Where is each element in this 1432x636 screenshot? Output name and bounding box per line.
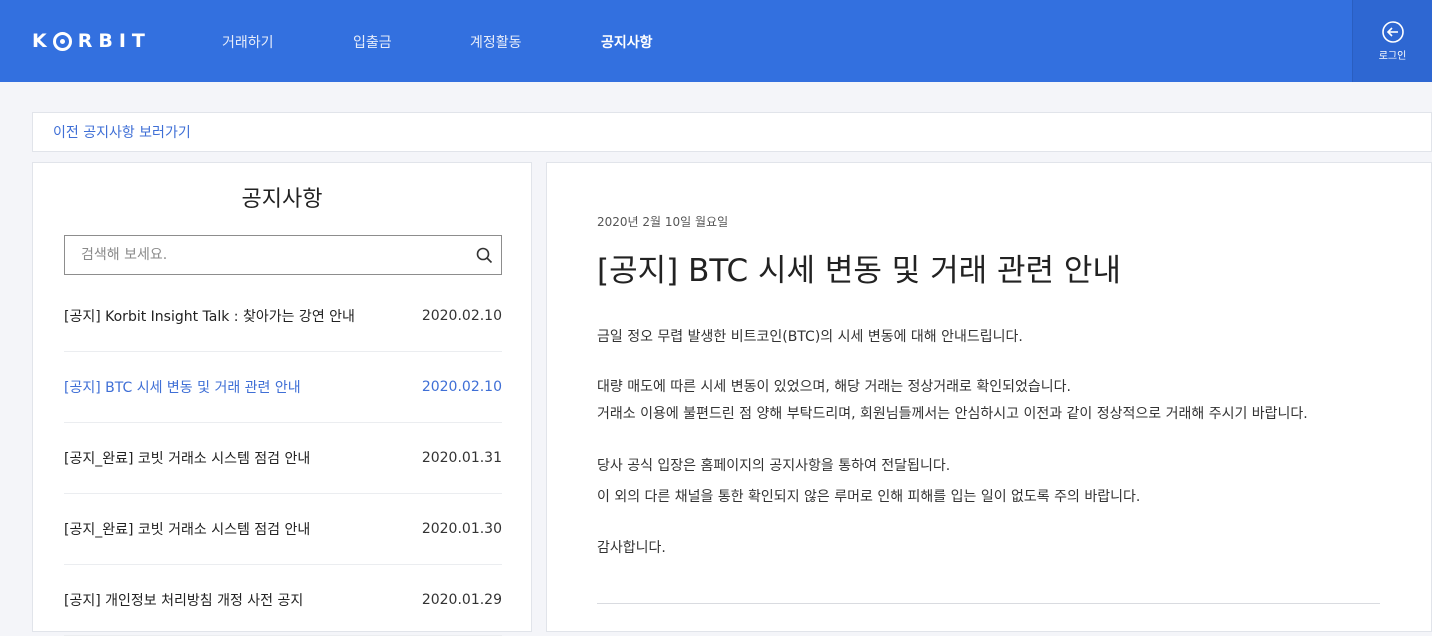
article-spacer bbox=[597, 349, 1377, 375]
nav-trade[interactable]: 거래하기 bbox=[222, 32, 274, 52]
notice-title: [공지_완료] 코빗 거래소 시스템 점검 안내 bbox=[64, 451, 311, 467]
notice-sidebar: 공지사항 [공지] Korbit Insight Talk : 찾아가는 강연 … bbox=[32, 162, 532, 636]
search-input[interactable] bbox=[65, 236, 465, 274]
notice-title: [공지_완료] 코빗 거래소 시스템 점검 안내 bbox=[64, 522, 311, 538]
article-spacer bbox=[597, 426, 1377, 454]
prev-notice-link[interactable]: 이전 공지사항 보러가기 bbox=[53, 122, 191, 142]
nav-deposit-withdraw[interactable]: 입출금 bbox=[353, 32, 392, 52]
korbit-logo[interactable]: K RBIT bbox=[32, 29, 151, 53]
notice-title: [공지] 개인정보 처리방침 개정 사전 공지 bbox=[64, 593, 304, 609]
article-divider bbox=[597, 603, 1380, 604]
notice-date: 2020.01.30 bbox=[421, 521, 502, 537]
notice-list: [공지] Korbit Insight Talk : 찾아가는 강연 안내 20… bbox=[64, 281, 502, 636]
notice-item[interactable]: [공지_완료] 코빗 거래소 시스템 점검 안내 2020.01.31 bbox=[64, 423, 502, 494]
logo-o-mark bbox=[52, 31, 72, 51]
article-paragraph: 대량 매도에 따른 시세 변동이 있었으며, 해당 거래는 정상거래로 확인되었… bbox=[597, 379, 1071, 395]
notice-date: 2020.01.31 bbox=[421, 450, 502, 466]
nav-account-activity[interactable]: 계정활동 bbox=[470, 32, 522, 52]
notice-date: 2020.02.10 bbox=[421, 379, 502, 395]
article-body: 금일 정오 무렵 발생한 비트코인(BTC)의 시세 변동에 대해 안내드립니다… bbox=[597, 325, 1377, 560]
article-title: [공지] BTC 시세 변동 및 거래 관련 안내 bbox=[597, 253, 1121, 289]
article-spacer bbox=[597, 509, 1377, 536]
article-paragraph: 감사합니다. bbox=[597, 540, 666, 556]
notice-item[interactable]: [공지_완료] 코빗 거래소 시스템 점검 안내 2020.01.30 bbox=[64, 494, 502, 565]
sidebar-title: 공지사항 bbox=[241, 187, 323, 212]
login-button[interactable]: 로그인 bbox=[1352, 0, 1432, 82]
article-paragraph: 금일 정오 무렵 발생한 비트코인(BTC)의 시세 변동에 대해 안내드립니다… bbox=[597, 329, 1023, 345]
article-paragraph: 이 외의 다른 채널을 통한 확인되지 않은 루머로 인해 피해를 입는 일이 … bbox=[597, 489, 1141, 505]
login-arrow-icon bbox=[1381, 21, 1404, 43]
notice-detail: 2020년 2월 10일 월요일 [공지] BTC 시세 변동 및 거래 관련 … bbox=[546, 162, 1432, 632]
prev-notice-bar: 이전 공지사항 보러가기 bbox=[32, 112, 1432, 152]
notice-item-selected[interactable]: [공지] BTC 시세 변동 및 거래 관련 안내 2020.02.10 bbox=[64, 352, 502, 423]
logo-rbit: RBIT bbox=[77, 30, 151, 52]
top-header: K RBIT 거래하기 입출금 계정활동 공지사항 로그인 bbox=[0, 0, 1432, 82]
notice-item[interactable]: [공지] Korbit Insight Talk : 찾아가는 강연 안내 20… bbox=[64, 281, 502, 352]
notice-date: 2020.02.10 bbox=[421, 308, 502, 324]
nav-notice[interactable]: 공지사항 bbox=[601, 32, 653, 52]
search-box bbox=[64, 235, 502, 275]
notice-title: [공지] Korbit Insight Talk : 찾아가는 강연 안내 bbox=[64, 309, 355, 325]
logo-k: K bbox=[32, 30, 53, 52]
article-paragraph: 당사 공식 입장은 홈페이지의 공지사항을 통하여 전달됩니다. bbox=[597, 458, 951, 474]
login-label: 로그인 bbox=[1378, 51, 1407, 62]
notice-date: 2020.01.29 bbox=[421, 592, 502, 608]
article-date: 2020년 2월 10일 월요일 bbox=[597, 215, 729, 229]
article-paragraph: 거래소 이용에 불편드린 점 양해 부탁드리며, 회원님들께서는 안심하시고 이… bbox=[597, 406, 1308, 422]
search-icon[interactable] bbox=[476, 247, 493, 264]
notice-item[interactable]: [공지] 개인정보 처리방침 개정 사전 공지 2020.01.29 bbox=[64, 565, 502, 636]
notice-title: [공지] BTC 시세 변동 및 거래 관련 안내 bbox=[64, 380, 301, 396]
